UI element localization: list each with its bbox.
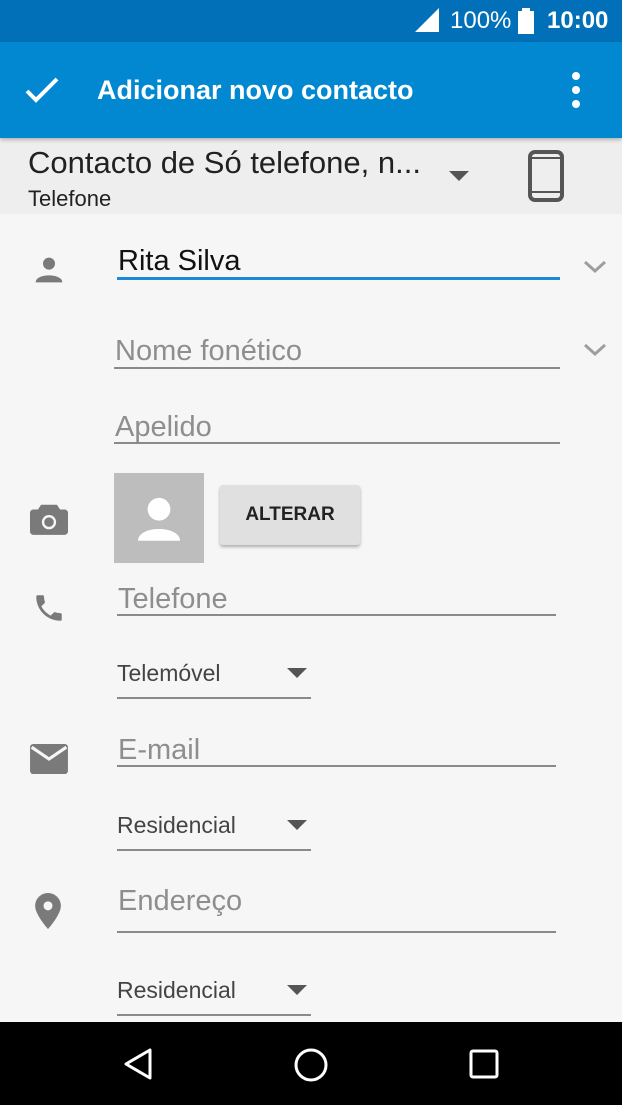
page-title: Adicionar novo contacto	[97, 75, 414, 105]
battery-icon	[518, 8, 534, 34]
phone-type-select[interactable]: Telemóvel	[117, 660, 221, 687]
account-type: Telefone	[28, 186, 112, 211]
address-type-underline	[117, 1014, 311, 1016]
dropdown-arrow-icon[interactable]	[287, 985, 307, 995]
change-photo-button[interactable]: ALTERAR	[220, 485, 360, 545]
signal-icon	[415, 8, 439, 32]
expand-more-icon[interactable]	[583, 343, 607, 357]
dropdown-arrow-icon[interactable]	[287, 668, 307, 678]
dropdown-arrow-icon[interactable]	[287, 820, 307, 830]
address-type-select[interactable]: Residencial	[117, 977, 236, 1004]
recents-nav-icon[interactable]	[469, 1049, 499, 1079]
phonetic-name-underline	[114, 367, 560, 369]
address-underline	[117, 931, 556, 933]
location-icon	[35, 893, 61, 929]
battery-level: 100%	[450, 7, 512, 34]
clock: 10:00	[547, 7, 609, 34]
phone-field[interactable]: Telefone	[118, 583, 228, 616]
back-nav-icon[interactable]	[122, 1047, 156, 1081]
status-bar: 100% 10:00	[0, 0, 622, 42]
email-underline	[117, 765, 556, 767]
email-type-select[interactable]: Residencial	[117, 812, 236, 839]
email-type-underline	[117, 849, 311, 851]
phonetic-name-field[interactable]: Nome fonético	[115, 335, 302, 368]
name-field[interactable]: Rita Silva	[118, 245, 241, 278]
name-field-underline	[117, 277, 560, 280]
email-icon	[30, 744, 68, 774]
phone-icon	[36, 595, 62, 621]
email-field[interactable]: E-mail	[118, 734, 200, 767]
home-nav-icon[interactable]	[293, 1047, 329, 1083]
navigation-bar	[0, 1022, 622, 1105]
address-field[interactable]: Endereço	[118, 885, 242, 918]
expand-more-icon[interactable]	[583, 260, 607, 274]
person-icon	[35, 257, 63, 283]
camera-icon	[30, 504, 68, 535]
account-selector[interactable]: Contacto de Só telefone, n... Telefone	[0, 138, 622, 214]
avatar-placeholder-icon	[138, 497, 180, 541]
surname-underline	[114, 442, 560, 444]
check-icon[interactable]	[24, 76, 60, 104]
phone-device-icon	[528, 150, 564, 202]
phone-underline	[117, 614, 556, 616]
app-bar: Adicionar novo contacto	[0, 42, 622, 138]
phone-type-underline	[117, 697, 311, 699]
dropdown-arrow-icon[interactable]	[449, 171, 469, 181]
account-name: Contacto de Só telefone, n...	[28, 145, 421, 180]
more-vert-icon[interactable]	[568, 70, 584, 110]
surname-field[interactable]: Apelido	[115, 411, 212, 444]
contact-photo[interactable]	[114, 473, 204, 563]
